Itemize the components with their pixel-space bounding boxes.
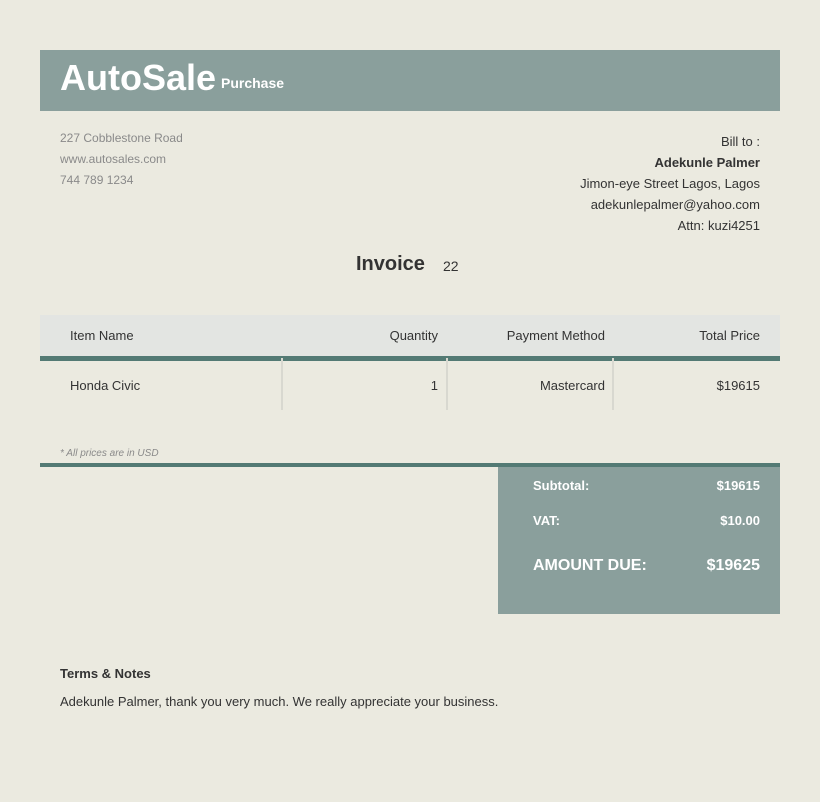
cell-quantity: 1 <box>430 378 438 393</box>
column-header-payment-method: Payment Method <box>506 328 605 343</box>
cell-total-price: $19615 <box>716 378 760 393</box>
column-divider <box>281 358 283 410</box>
column-divider <box>612 358 614 410</box>
cell-item-name: Honda Civic <box>70 378 141 393</box>
vat-label: VAT: <box>533 513 560 528</box>
brand-name: AutoSale <box>60 57 217 98</box>
invoice-title: Invoice <box>356 253 425 275</box>
column-header-item-name: Item Name <box>70 328 134 343</box>
column-header-quantity: Quantity <box>389 328 438 343</box>
bill-to-address: Jimon-eye Street Lagos, Lagos <box>580 176 760 191</box>
header-bar: AutoSale Purchase <box>40 50 780 111</box>
company-phone: 744 789 1234 <box>60 173 134 187</box>
bill-to-email: adekunlepalmer@yahoo.com <box>590 197 760 212</box>
terms-text: Adekunle Palmer, thank you very much. We… <box>60 694 499 709</box>
bill-to-block: Bill to : Adekunle Palmer Jimon-eye Stre… <box>580 131 760 236</box>
subtotal-label: Subtotal: <box>533 478 590 493</box>
company-address: 227 Cobblestone Road <box>60 131 183 145</box>
bill-to-attn: Attn: kuzi4251 <box>677 218 760 233</box>
bill-to-label: Bill to : <box>720 134 760 149</box>
column-divider <box>446 358 448 410</box>
invoice-number: 22 <box>443 258 459 274</box>
brand-subtitle: Purchase <box>221 75 285 91</box>
terms-title: Terms & Notes <box>60 666 151 681</box>
company-info: 227 Cobblestone Road www.autosales.com 7… <box>60 128 183 191</box>
column-header-total-price: Total Price <box>699 328 760 343</box>
cell-payment-method: Mastercard <box>539 378 605 393</box>
amount-due-value: $19625 <box>706 557 760 574</box>
amount-due-label: AMOUNT DUE: <box>533 557 647 574</box>
company-website: www.autosales.com <box>60 152 167 166</box>
vat-value: $10.00 <box>720 513 760 528</box>
items-table-header-rule <box>40 356 780 361</box>
bill-to-name: Adekunle Palmer <box>654 155 761 170</box>
totals-box: Subtotal: $19615 VAT: $10.00 AMOUNT DUE:… <box>498 467 780 614</box>
subtotal-value: $19615 <box>716 478 760 493</box>
currency-note: * All prices are in USD <box>60 448 159 459</box>
